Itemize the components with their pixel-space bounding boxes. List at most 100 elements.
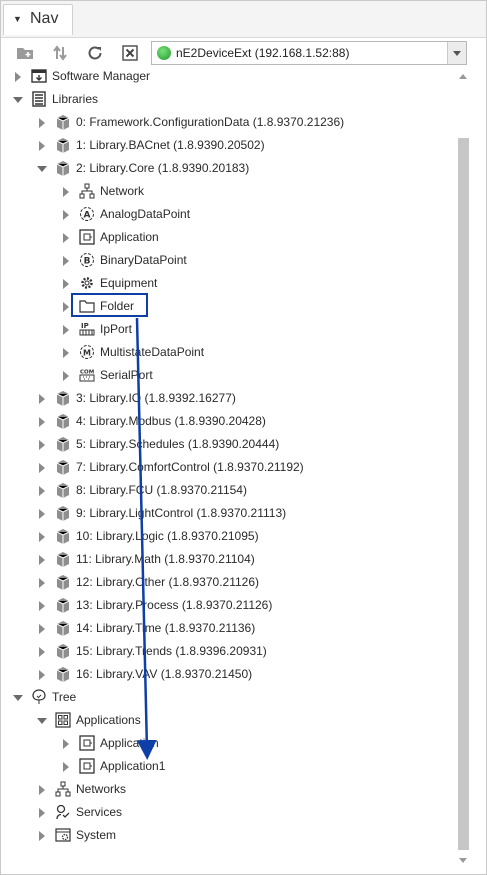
expand-icon[interactable] [36,117,47,128]
tree-item-label: IpPort [100,322,133,336]
scroll-down-icon[interactable] [459,858,467,863]
library-cube-icon [56,529,70,544]
expand-icon[interactable] [60,255,71,266]
library-cube-icon [56,437,70,452]
expand-icon[interactable] [36,623,47,634]
library-cube-icon [56,138,70,153]
expand-icon[interactable] [60,186,71,197]
sort-button[interactable] [48,41,72,65]
tree-item-label: 0: Framework.ConfigurationData (1.8.9370… [76,115,345,129]
tab-nav[interactable]: ▼ Nav [3,4,73,35]
gear-icon [81,277,93,289]
tree-item-label: 2: Library.Core (1.8.9390.20183) [76,161,250,175]
expand-icon[interactable] [36,485,47,496]
tree-item-library[interactable]: 11: Library.Math (1.8.9370.21104) [36,548,255,570]
tree-item-system[interactable]: System [36,824,116,846]
tree-item-library[interactable]: 9: Library.LightControl (1.8.9370.21113) [36,502,286,524]
expand-icon[interactable] [36,807,47,818]
collapse-icon[interactable] [36,163,47,174]
tree-item-library-core[interactable]: 2: Library.Core (1.8.9390.20183) [36,157,249,179]
tree-item-application[interactable]: Application [60,732,159,754]
expand-icon[interactable] [36,600,47,611]
expand-icon[interactable] [36,462,47,473]
expand-icon[interactable] [36,531,47,542]
tree-item-library[interactable]: 1: Library.BACnet (1.8.9390.20502) [36,134,265,156]
tree-item-library[interactable]: 12: Library.Other (1.8.9370.21126) [36,571,259,593]
tree-item-label: 14: Library.Time (1.8.9370.21136) [76,621,256,635]
vertical-scrollbar[interactable] [457,68,470,868]
tree-item-library[interactable]: 15: Library.Trends (1.8.9396.20931) [36,640,267,662]
tree-item-library[interactable]: 7: Library.ComfortControl (1.8.9370.2119… [36,456,304,478]
expand-icon[interactable] [36,140,47,151]
tree-item-multistate-data-point[interactable]: M MultistateDataPoint [60,341,204,363]
scroll-up-icon[interactable] [459,74,467,79]
expand-icon[interactable] [60,324,71,335]
tree-item-label: Tree [52,690,77,704]
expand-icon[interactable] [36,393,47,404]
tree-item-networks[interactable]: Networks [36,778,126,800]
expand-icon[interactable] [60,301,71,312]
tree-item-libraries[interactable]: Libraries [12,88,98,110]
caret-down-icon[interactable]: ▼ [13,14,22,24]
refresh-icon [88,46,102,60]
station-select[interactable]: nE2DeviceExt (192.168.1.52:88) [151,41,467,65]
tree-item-application1[interactable]: Application1 [60,755,165,777]
tree-item-label: 3: Library.IO (1.8.9392.16277) [76,391,236,405]
tree-item-library[interactable]: 10: Library.Logic (1.8.9370.21095) [36,525,259,547]
tree-item-ip-port[interactable]: IP IpPort [60,318,132,340]
tree-item-library[interactable]: 8: Library.FCU (1.8.9370.21154) [36,479,247,501]
tree-item-tree[interactable]: Tree [12,686,76,708]
tree-item-library[interactable]: 14: Library.Time (1.8.9370.21136) [36,617,255,639]
collapse-icon[interactable] [12,692,23,703]
tree-item-label: 9: Library.LightControl (1.8.9370.21113) [76,506,287,520]
expand-icon[interactable] [36,416,47,427]
expand-icon[interactable] [36,784,47,795]
tree-item-services[interactable]: Services [36,801,122,823]
tree-item-label: 10: Library.Logic (1.8.9370.21095) [76,529,259,543]
close-button[interactable] [118,41,142,65]
tree-item-application[interactable]: Application [60,226,159,248]
collapse-icon[interactable] [36,715,47,726]
tree-item-software-manager[interactable]: Software Manager [12,65,150,87]
tree-item-network[interactable]: Network [60,180,144,202]
multistate-point-icon: M [80,345,94,359]
expand-icon[interactable] [60,738,71,749]
tree-item-serial-port[interactable]: COM SerialPort [60,364,153,386]
expand-icon[interactable] [60,232,71,243]
add-folder-icon [17,48,33,59]
expand-icon[interactable] [36,508,47,519]
collapse-icon[interactable] [12,94,23,105]
tree-item-library[interactable]: 16: Library.VAV (1.8.9370.21450) [36,663,252,685]
expand-icon[interactable] [60,761,71,772]
tree-item-library[interactable]: 3: Library.IO (1.8.9392.16277) [36,387,236,409]
tree-item-library[interactable]: 5: Library.Schedules (1.8.9390.20444) [36,433,279,455]
expand-icon[interactable] [60,209,71,220]
expand-icon[interactable] [60,370,71,381]
tree-item-label: Network [100,184,145,198]
refresh-button[interactable] [83,41,107,65]
tree-item-analog-data-point[interactable]: A AnalogDataPoint [60,203,190,225]
dropdown-arrow-icon[interactable] [447,42,466,64]
expand-icon[interactable] [60,347,71,358]
expand-icon[interactable] [36,554,47,565]
tree-item-applications[interactable]: Applications [36,709,141,731]
expand-icon[interactable] [36,646,47,657]
tree-item-label: BinaryDataPoint [100,253,187,267]
expand-icon[interactable] [36,577,47,588]
expand-icon[interactable] [12,71,23,82]
expand-icon[interactable] [36,669,47,680]
tree-item-binary-data-point[interactable]: B BinaryDataPoint [60,249,187,271]
expand-icon[interactable] [60,278,71,289]
up-down-arrows-icon [53,45,67,61]
tree-item-library[interactable]: 4: Library.Modbus (1.8.9390.20428) [36,410,266,432]
close-icon [122,45,138,61]
expand-icon[interactable] [36,439,47,450]
tree-item-library[interactable]: 0: Framework.ConfigurationData (1.8.9370… [36,111,344,133]
new-folder-button[interactable] [13,41,37,65]
expand-icon[interactable] [36,830,47,841]
tree-item-library[interactable]: 13: Library.Process (1.8.9370.21126) [36,594,272,616]
scrollbar-thumb[interactable] [458,138,469,850]
tree-item-equipment[interactable]: Equipment [60,272,157,294]
tree-item-label: 16: Library.VAV (1.8.9370.21450) [76,667,253,681]
software-manager-icon [31,69,47,83]
